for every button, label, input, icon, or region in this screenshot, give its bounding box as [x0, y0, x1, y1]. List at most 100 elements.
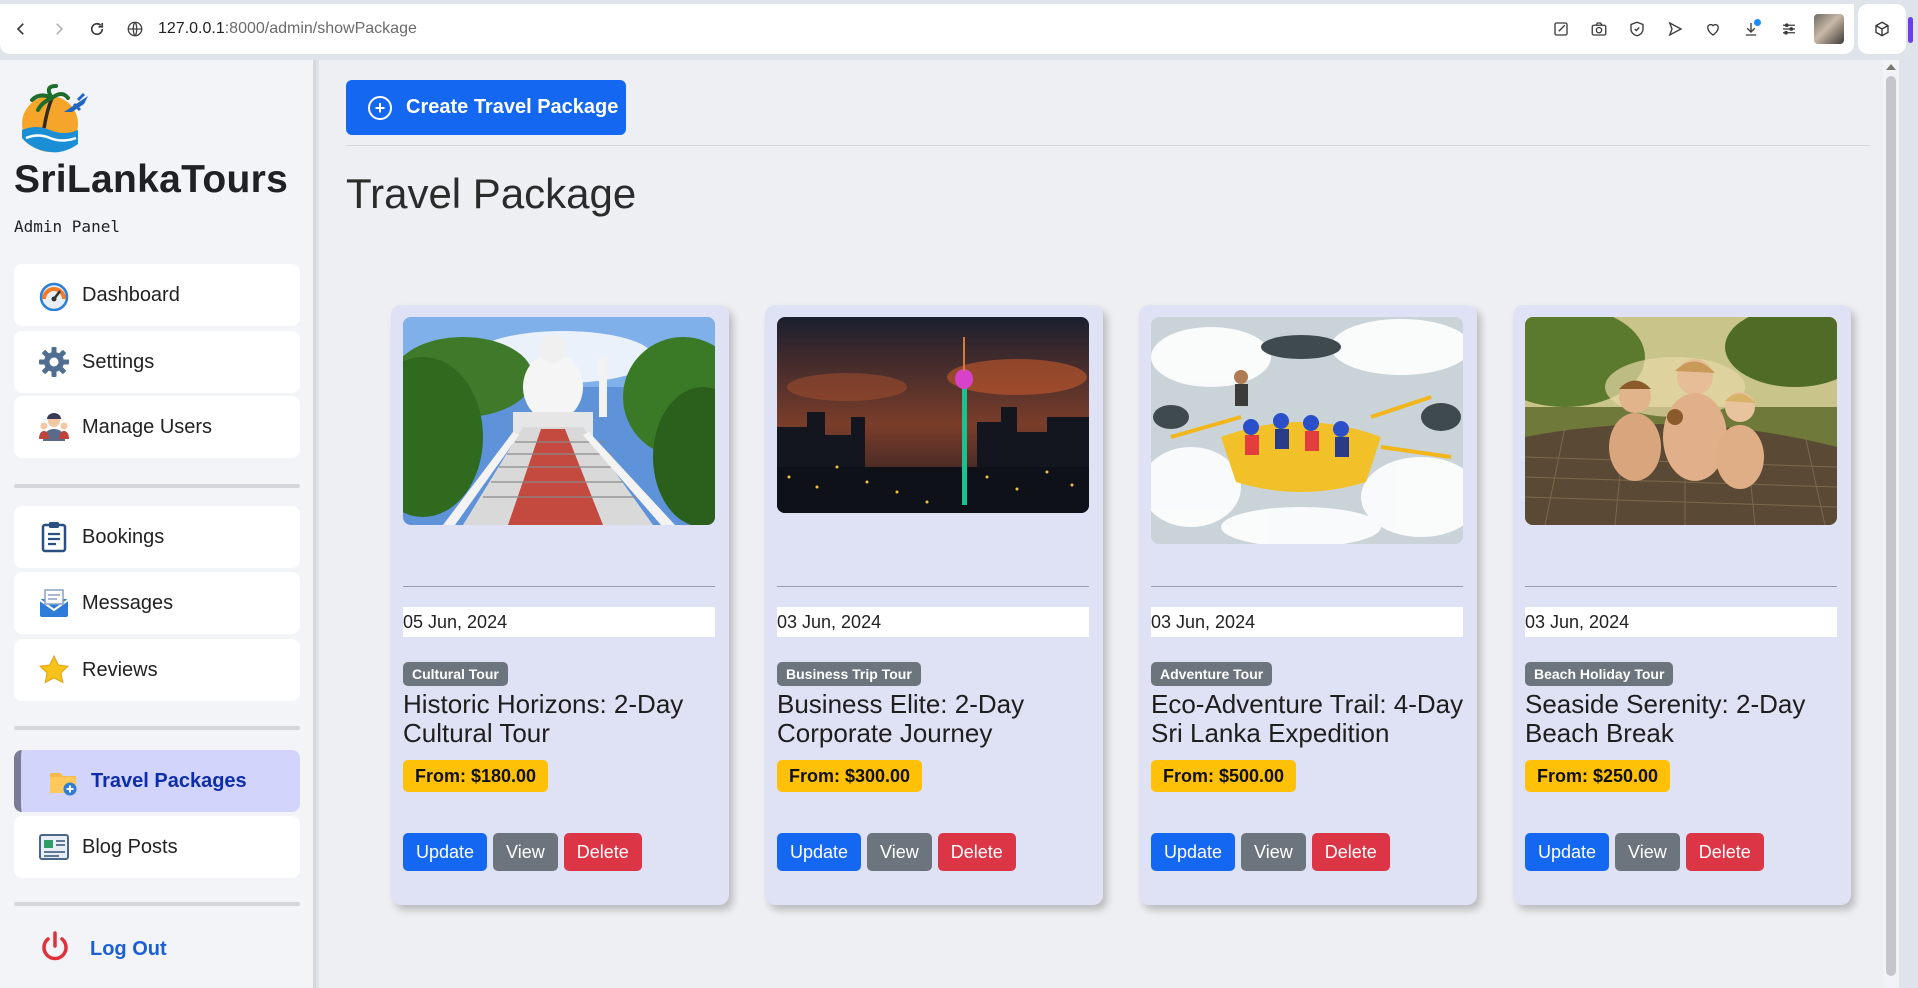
sidebar-item-bookings[interactable]: Bookings	[14, 506, 300, 568]
browser-address-bar: 127.0.0.1:8000/admin/showPackage	[0, 4, 1854, 54]
send-icon[interactable]	[1658, 12, 1692, 46]
view-button[interactable]: View	[493, 833, 558, 871]
sidebar-item-label: Bookings	[82, 525, 165, 548]
sidebar-item-label: Messages	[82, 591, 174, 614]
delete-button[interactable]: Delete	[937, 833, 1016, 871]
url-field[interactable]: 127.0.0.1:8000/admin/showPackage	[126, 10, 417, 48]
sidebar-item-reviews[interactable]: Reviews	[14, 639, 300, 701]
forward-button[interactable]	[40, 10, 78, 48]
package-image[interactable]	[1525, 317, 1837, 525]
update-button[interactable]: Update	[777, 833, 862, 871]
url-text: 127.0.0.1:8000/admin/showPackage	[158, 20, 417, 37]
delete-button[interactable]: Delete	[1685, 833, 1764, 871]
edit-icon[interactable]	[1544, 12, 1578, 46]
extensions-button[interactable]	[1858, 4, 1906, 54]
sidebar-item-label: Dashboard	[82, 283, 180, 306]
download-notification-dot	[1754, 19, 1761, 26]
forward-arrow-icon	[56, 23, 64, 35]
dashboard-gauge-icon	[38, 279, 70, 311]
card-divider	[1525, 586, 1837, 587]
newspaper-icon	[38, 831, 70, 863]
sidebar-item-blog-posts[interactable]: Blog Posts	[14, 816, 300, 878]
card-actions: Update View Delete	[403, 833, 642, 871]
package-title: Business Elite: 2-Day Corporate Journey	[777, 689, 1025, 748]
category-badge: Business Trip Tour	[777, 662, 921, 686]
logout-button[interactable]: Log Out	[38, 930, 167, 969]
price-badge: From: $180.00	[403, 760, 549, 792]
package-title: Seaside Serenity: 2-Day Beach Break	[1525, 689, 1806, 748]
mail-icon	[38, 587, 70, 619]
package-image[interactable]	[403, 317, 715, 525]
sidebar-item-manage-users[interactable]: Manage Users	[14, 396, 300, 458]
create-travel-package-button[interactable]: + Create Travel Package	[346, 80, 626, 135]
back-button[interactable]	[2, 10, 40, 48]
download-icon[interactable]	[1734, 12, 1768, 46]
star-icon	[38, 654, 70, 686]
card-actions: Update View Delete	[1525, 833, 1764, 871]
shield-icon[interactable]	[1620, 12, 1654, 46]
card-actions: Update View Delete	[1151, 833, 1390, 871]
delete-button[interactable]: Delete	[563, 833, 642, 871]
sliders-icon[interactable]	[1772, 12, 1806, 46]
view-button[interactable]: View	[1241, 833, 1306, 871]
price-badge: From: $300.00	[777, 760, 923, 792]
package-icon	[47, 765, 79, 797]
sidebar-item-messages[interactable]: Messages	[14, 572, 300, 634]
profile-avatar[interactable]	[1814, 14, 1844, 44]
sidebar-item-settings[interactable]: Settings	[14, 331, 300, 393]
header-divider	[346, 145, 1870, 146]
brand-subtitle: Admin Panel	[14, 217, 120, 236]
package-card: 05 Jun, 2024 Cultural Tour Historic Hori…	[391, 305, 729, 905]
admin-sidebar: SriLankaTours Admin Panel Dashboard Sett…	[0, 60, 316, 988]
beach-family-photo-icon	[1525, 317, 1837, 525]
update-button[interactable]: Update	[403, 833, 488, 871]
camera-icon[interactable]	[1582, 12, 1616, 46]
view-button[interactable]: View	[1615, 833, 1680, 871]
gear-icon	[38, 346, 70, 378]
package-title: Historic Horizons: 2-Day Cultural Tour	[403, 689, 684, 748]
river-rafting-photo-icon	[1151, 317, 1463, 544]
sidebar-item-travel-packages[interactable]: Travel Packages	[14, 750, 300, 812]
sidebar-divider	[14, 484, 300, 488]
card-divider	[777, 586, 1089, 587]
sidebar-item-label: Travel Packages	[91, 769, 247, 792]
package-image[interactable]	[1151, 317, 1463, 544]
package-image[interactable]	[777, 317, 1089, 513]
main-content: + Create Travel Package Travel Package 0…	[319, 60, 1899, 988]
sidebar-item-dashboard[interactable]: Dashboard	[14, 264, 300, 326]
browser-toolbar: 127.0.0.1:8000/admin/showPackage	[0, 0, 1918, 60]
logout-label: Log Out	[90, 938, 167, 960]
scroll-up-arrow-icon[interactable]	[1886, 64, 1896, 70]
palm-plane-logo-icon	[22, 84, 88, 153]
sidebar-item-label: Blog Posts	[82, 835, 178, 858]
sidebar-toggle-indicator[interactable]	[1908, 17, 1913, 43]
package-card: 03 Jun, 2024 Business Trip Tour Business…	[765, 305, 1103, 905]
users-icon	[38, 411, 70, 443]
clipboard-icon	[38, 521, 70, 553]
update-button[interactable]: Update	[1525, 833, 1610, 871]
package-date: 05 Jun, 2024	[403, 607, 715, 637]
card-divider	[403, 586, 715, 587]
cube-icon	[1875, 21, 1889, 37]
back-arrow-icon	[16, 23, 24, 35]
site-info-icon	[127, 21, 143, 37]
vertical-scrollbar[interactable]	[1883, 60, 1899, 988]
sidebar-item-label: Manage Users	[82, 415, 213, 438]
heart-icon[interactable]	[1696, 12, 1730, 46]
power-icon	[38, 930, 72, 969]
card-actions: Update View Delete	[777, 833, 1016, 871]
view-button[interactable]: View	[867, 833, 932, 871]
package-card: 03 Jun, 2024 Adventure Tour Eco-Adventur…	[1139, 305, 1477, 905]
package-card: 03 Jun, 2024 Beach Holiday Tour Seaside …	[1513, 305, 1851, 905]
brand-logo[interactable]	[14, 82, 90, 154]
update-button[interactable]: Update	[1151, 833, 1236, 871]
page-title: Travel Package	[346, 170, 637, 217]
scrollbar-thumb[interactable]	[1886, 76, 1896, 976]
category-badge: Beach Holiday Tour	[1525, 662, 1674, 686]
delete-button[interactable]: Delete	[1311, 833, 1390, 871]
price-badge: From: $250.00	[1525, 760, 1671, 792]
package-date: 03 Jun, 2024	[1151, 607, 1463, 637]
city-night-photo-icon	[777, 317, 1089, 513]
reload-button[interactable]	[78, 10, 116, 48]
create-button-label: Create Travel Package	[406, 96, 619, 118]
